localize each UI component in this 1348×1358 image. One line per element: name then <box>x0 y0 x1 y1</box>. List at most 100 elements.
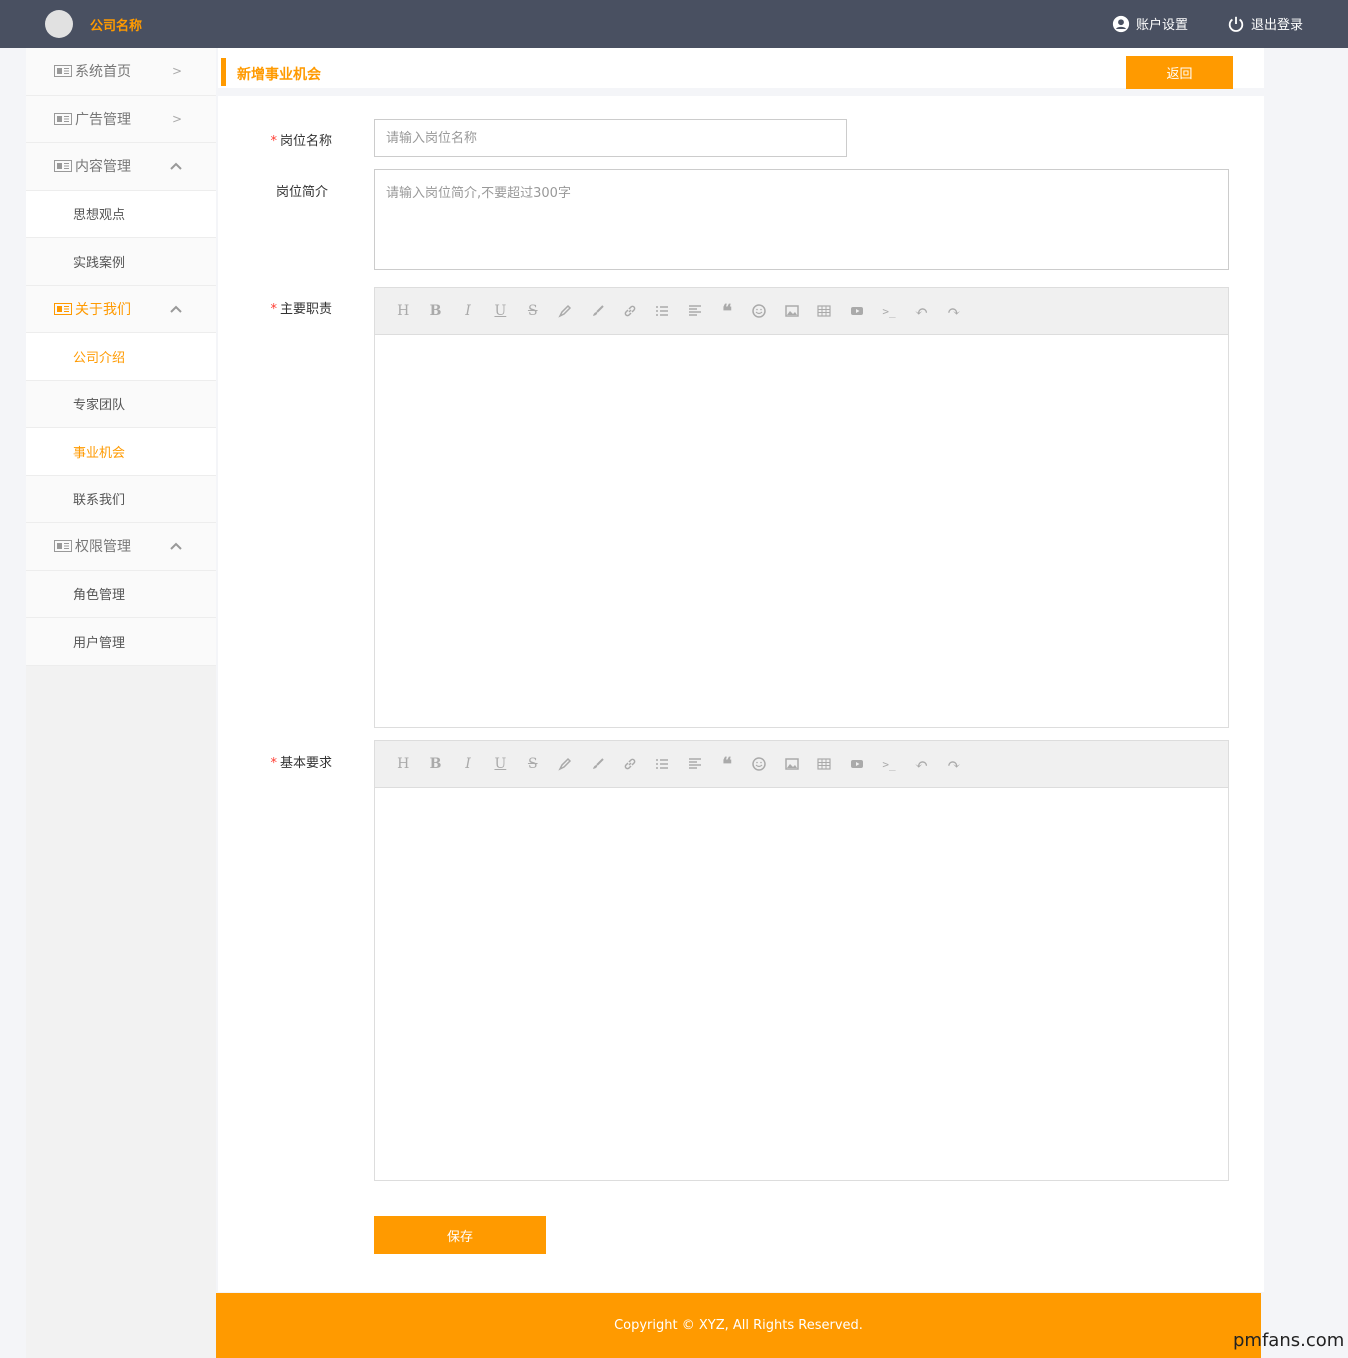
watermark: pmfans.com <box>1233 1330 1345 1351</box>
power-icon <box>1228 16 1244 32</box>
redo-icon[interactable]: ↷ <box>938 301 970 321</box>
duties-editor: H B I U S ❝ >_ ↶ ↷ <box>374 287 1229 728</box>
sidebar-item-careers[interactable]: 事业机会 <box>26 428 216 476</box>
code-icon[interactable]: >_ <box>873 754 905 774</box>
sidebar-item-users[interactable]: 用户管理 <box>26 618 216 666</box>
position-name-label: * 岗位名称 <box>270 134 332 149</box>
link-icon[interactable] <box>614 754 646 774</box>
duties-label: * 主要职责 <box>270 302 332 317</box>
emoji-icon[interactable] <box>743 754 775 774</box>
sidebar-item-label: 实践案例 <box>73 255 126 271</box>
highlight-icon[interactable] <box>549 754 581 774</box>
sidebar-item-contact[interactable]: 联系我们 <box>26 475 216 523</box>
footer: Copyright © XYZ, All Rights Reserved. <box>216 1293 1261 1358</box>
italic-icon[interactable]: I <box>452 301 484 321</box>
duties-editor-body[interactable] <box>375 335 1228 727</box>
newspaper-icon <box>54 112 72 125</box>
sidebar-item-company-intro[interactable]: 公司介绍 <box>26 333 216 381</box>
save-button[interactable]: 保存 <box>374 1216 546 1254</box>
unordered-list-icon[interactable] <box>646 754 678 774</box>
heading-icon[interactable]: H <box>387 754 419 774</box>
video-icon[interactable] <box>840 301 872 321</box>
sidebar-item-experts[interactable]: 专家团队 <box>26 380 216 428</box>
requirements-label: * 基本要求 <box>270 756 332 771</box>
newspaper-icon <box>54 160 72 173</box>
code-icon[interactable]: >_ <box>873 301 905 321</box>
newspaper-icon <box>54 540 72 553</box>
sidebar: 系统首页 > 广告管理 > 内容管理 思想观点 实践案例 关于我们 公司介绍 专… <box>26 48 216 1358</box>
sidebar-item-label: 事业机会 <box>73 445 126 461</box>
editor-toolbar: H B I U S ❝ >_ ↶ ↷ <box>375 741 1228 788</box>
link-icon[interactable] <box>614 301 646 321</box>
highlight-icon[interactable] <box>549 301 581 321</box>
logout-link[interactable]: 退出登录 <box>1227 14 1303 33</box>
account-settings-link[interactable]: 账户设置 <box>1112 14 1188 33</box>
align-icon[interactable] <box>679 754 711 774</box>
company-name: 公司名称 <box>90 19 143 34</box>
sidebar-item-label: 内容管理 <box>75 159 131 176</box>
main-panel: 新增事业机会 返回 *岗位名称 岗位简介 *主要职责 H B I U S ❝ > <box>218 48 1264 1292</box>
sidebar-item-label: 思想观点 <box>73 208 126 224</box>
position-intro-textarea[interactable] <box>374 169 1229 270</box>
page-title: 新增事业机会 <box>237 67 321 83</box>
sidebar-item-about[interactable]: 关于我们 <box>26 286 216 333</box>
sidebar-item-roles[interactable]: 角色管理 <box>26 570 216 618</box>
align-icon[interactable] <box>679 301 711 321</box>
undo-icon[interactable]: ↶ <box>905 301 937 321</box>
newspaper-icon <box>54 302 72 315</box>
table-icon[interactable] <box>808 754 840 774</box>
chevron-right-icon: > <box>172 111 183 126</box>
brush-icon[interactable] <box>581 754 613 774</box>
user-icon <box>1112 15 1130 32</box>
sidebar-item-label: 关于我们 <box>75 301 131 318</box>
chevron-right-icon: > <box>172 64 183 79</box>
video-icon[interactable] <box>840 754 872 774</box>
sidebar-item-content[interactable]: 内容管理 <box>26 143 216 191</box>
newspaper-icon <box>54 65 72 78</box>
sidebar-item-ads[interactable]: 广告管理 > <box>26 96 216 143</box>
heading-icon[interactable]: H <box>387 301 419 321</box>
position-name-input[interactable] <box>374 119 847 157</box>
sidebar-item-viewpoints[interactable]: 思想观点 <box>26 190 216 238</box>
requirements-editor: H B I U S ❝ >_ ↶ ↷ <box>374 740 1229 1181</box>
sidebar-menu: 系统首页 > 广告管理 > 内容管理 思想观点 实践案例 关于我们 公司介绍 专… <box>26 48 216 666</box>
sidebar-item-label: 公司介绍 <box>73 350 126 366</box>
sidebar-item-label: 系统首页 <box>75 64 131 81</box>
underline-icon[interactable]: U <box>484 754 516 774</box>
italic-icon[interactable]: I <box>452 754 484 774</box>
strikethrough-icon[interactable]: S <box>517 301 549 321</box>
account-settings-label: 账户设置 <box>1136 18 1189 33</box>
requirements-editor-body[interactable] <box>375 788 1228 1180</box>
required-mark: * <box>270 134 277 149</box>
undo-icon[interactable]: ↶ <box>905 754 937 774</box>
quote-icon[interactable]: ❝ <box>711 301 743 322</box>
underline-icon[interactable]: U <box>484 301 516 321</box>
sidebar-item-cases[interactable]: 实践案例 <box>26 238 216 286</box>
redo-icon[interactable]: ↷ <box>938 754 970 774</box>
emoji-icon[interactable] <box>743 301 775 321</box>
required-mark: * <box>270 302 277 317</box>
strikethrough-icon[interactable]: S <box>517 754 549 774</box>
unordered-list-icon[interactable] <box>646 301 678 321</box>
logout-label: 退出登录 <box>1251 18 1304 33</box>
table-icon[interactable] <box>808 301 840 321</box>
image-icon[interactable] <box>776 754 808 774</box>
chevron-up-icon <box>170 162 182 170</box>
sidebar-item-home[interactable]: 系统首页 > <box>26 48 216 96</box>
company-logo <box>45 10 73 38</box>
brush-icon[interactable] <box>581 301 613 321</box>
bold-icon[interactable]: B <box>419 301 451 321</box>
sidebar-item-label: 权限管理 <box>75 539 131 556</box>
chevron-up-icon <box>170 542 182 550</box>
sidebar-item-label: 角色管理 <box>73 588 126 604</box>
position-intro-label: 岗位简介 <box>275 185 328 200</box>
sidebar-item-label: 广告管理 <box>75 111 131 128</box>
image-icon[interactable] <box>776 301 808 321</box>
copyright-text: Copyright © XYZ, All Rights Reserved. <box>614 1318 863 1333</box>
bold-icon[interactable]: B <box>419 754 451 774</box>
quote-icon[interactable]: ❝ <box>711 754 743 775</box>
sidebar-item-permissions[interactable]: 权限管理 <box>26 523 216 571</box>
title-bar: 新增事业机会 返回 <box>218 48 1264 96</box>
sidebar-item-label: 联系我们 <box>73 493 126 509</box>
back-button[interactable]: 返回 <box>1126 56 1233 89</box>
